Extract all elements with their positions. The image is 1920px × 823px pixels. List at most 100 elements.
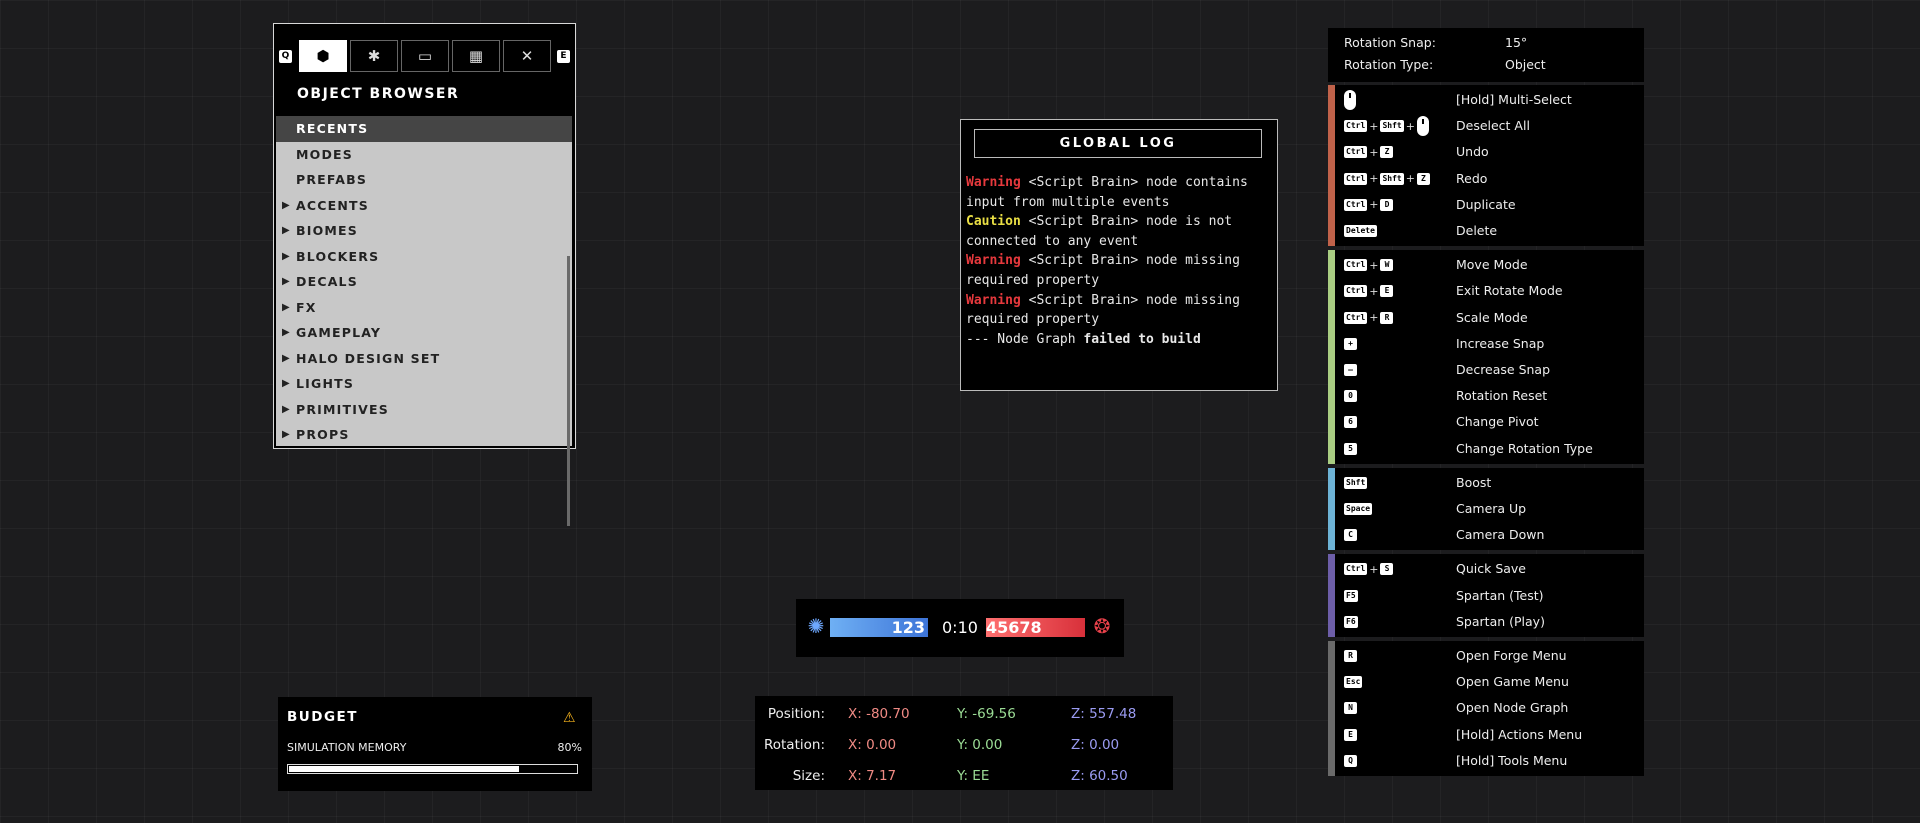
list-item-props[interactable]: ▶ PROPS <box>276 422 572 448</box>
list-item-decals[interactable]: ▶ DECALS <box>276 269 572 295</box>
shortcut-row: F6 Spartan (Play) <box>1328 609 1644 635</box>
shortcut-label: Rotation Reset <box>1456 388 1548 404</box>
shortcut-label: Move Mode <box>1456 257 1528 273</box>
shortcut-row: [Hold] Multi-Select <box>1328 87 1644 113</box>
keycap: Ctrl <box>1344 198 1368 211</box>
shortcut-keys <box>1344 90 1356 110</box>
keycap: Ctrl <box>1344 259 1368 272</box>
keycap: Space <box>1344 502 1373 515</box>
size-x[interactable]: X: 7.17 <box>848 768 896 784</box>
shortcut-row: Ctrl + E Exit Rotate Mode <box>1328 278 1644 304</box>
expand-arrow-icon: ▶ <box>282 276 291 287</box>
keycap: Delete <box>1344 225 1377 237</box>
shortcut-label: Deselect All <box>1456 118 1530 134</box>
shortcut-label: Spartan (Play) <box>1456 613 1545 629</box>
keycap: S <box>1380 563 1394 576</box>
rotation-snap-label: Rotation Snap: <box>1344 35 1436 50</box>
shortcut-keys: Q <box>1344 752 1357 770</box>
shortcut-keys: – <box>1344 361 1357 379</box>
tab-object-browser[interactable]: ⬢ <box>299 40 347 72</box>
shortcut-label: Open Node Graph <box>1456 700 1569 716</box>
shortcut-label: Duplicate <box>1456 196 1516 212</box>
list-item-prefabs[interactable]: PREFABS <box>276 167 572 193</box>
list-item-recents[interactable]: RECENTS <box>276 116 572 142</box>
shortcut-label: Redo <box>1456 170 1488 186</box>
keycap: F6 <box>1344 615 1358 628</box>
rotation-snap-value: 15° <box>1505 35 1528 50</box>
list-item-biomes[interactable]: ▶ BIOMES <box>276 218 572 244</box>
mouse-icon <box>1344 90 1356 110</box>
scrollbar[interactable] <box>567 256 570 526</box>
rotation-z[interactable]: Z: 0.00 <box>1071 737 1119 753</box>
position-y[interactable]: Y: -69.56 <box>957 706 1016 722</box>
transform-panel: Position: X: -80.70 Y: -69.56 Z: 557.48 … <box>755 696 1173 790</box>
shortcut-keys: Ctrl + D <box>1344 196 1394 214</box>
red-score: 45678 <box>986 618 1042 637</box>
shortcut-label: [Hold] Tools Menu <box>1456 752 1568 768</box>
keycap: – <box>1344 363 1357 376</box>
expand-arrow-icon: ▶ <box>282 429 291 440</box>
list-item-primitives[interactable]: ▶ PRIMITIVES <box>276 397 572 423</box>
shortcut-label: Camera Up <box>1456 500 1527 516</box>
shortcut-label: Change Pivot <box>1456 414 1539 430</box>
shortcut-label: Spartan (Test) <box>1456 587 1544 603</box>
keycap: Shft <box>1380 172 1404 185</box>
list-item-halo-design-set[interactable]: ▶ HALO DESIGN SET <box>276 346 572 372</box>
tab-map[interactable]: ▦ <box>452 40 500 72</box>
size-z[interactable]: Z: 60.50 <box>1071 768 1128 784</box>
global-log-body: Warning <Script Brain> node contains inp… <box>966 173 1266 349</box>
keycap: Ctrl <box>1344 146 1368 159</box>
shortcut-keys: F5 <box>1344 587 1358 605</box>
shortcut-row: Ctrl + Z Undo <box>1328 139 1644 165</box>
plus-separator: + <box>1369 562 1379 576</box>
keycap: Ctrl <box>1344 120 1368 133</box>
expand-arrow-icon: ▶ <box>282 250 291 262</box>
plus-separator: + <box>1405 172 1415 186</box>
global-log-panel: GLOBAL LOG Warning <Script Brain> node c… <box>960 119 1278 391</box>
shortcut-label: Change Rotation Type <box>1456 440 1593 456</box>
shortcut-label: Exit Rotate Mode <box>1456 283 1563 299</box>
shortcut-keys: F6 <box>1344 613 1358 631</box>
keycap: R <box>1380 311 1394 324</box>
shortcut-label: Camera Down <box>1456 527 1545 543</box>
shortcut-row: Shft Boost <box>1328 470 1644 496</box>
list-item-lights[interactable]: ▶ LIGHTS <box>276 371 572 397</box>
keycap: Shft <box>1380 120 1404 133</box>
tab-folder[interactable]: ▭ <box>401 40 449 72</box>
rotation-type-value: Object <box>1505 57 1546 72</box>
list-item-fx[interactable]: ▶ FX <box>276 295 572 321</box>
rotation-y[interactable]: Y: 0.00 <box>957 737 1002 753</box>
tab-settings[interactable]: ✱ <box>350 40 398 72</box>
keycap: W <box>1380 259 1394 272</box>
list-item-accents[interactable]: ▶ ACCENTS <box>276 193 572 219</box>
position-z[interactable]: Z: 557.48 <box>1071 706 1136 722</box>
keycap: 0 <box>1344 390 1357 403</box>
shortcut-row: Delete Delete <box>1328 218 1644 244</box>
keycap: Esc <box>1344 676 1363 689</box>
control-group: Shft Boost Space Camera Up C Camera Down <box>1328 467 1644 551</box>
rotation-type-label: Rotation Type: <box>1344 57 1434 72</box>
plus-separator: + <box>1369 145 1379 159</box>
list-item-blockers[interactable]: ▶ BLOCKERS <box>276 244 572 270</box>
shortcut-row: Space Camera Up <box>1328 496 1644 522</box>
shortcut-keys: Esc <box>1344 673 1363 691</box>
shortcut-keys: Ctrl + Shft + Z <box>1344 170 1430 188</box>
shortcut-row: R Open Forge Menu <box>1328 643 1644 669</box>
size-y[interactable]: Y: EE <box>957 768 989 784</box>
keycap: N <box>1344 702 1357 715</box>
position-row: Position: X: -80.70 Y: -69.56 Z: 557.48 <box>767 706 1137 722</box>
list-item-gameplay[interactable]: ▶ GAMEPLAY <box>276 320 572 346</box>
list-item-modes[interactable]: MODES <box>276 142 572 168</box>
keycap: Ctrl <box>1344 563 1368 576</box>
expand-arrow-icon: ▶ <box>282 403 291 415</box>
keycap: Ctrl <box>1344 311 1368 324</box>
simulation-memory-percent: 80% <box>557 741 582 754</box>
position-x[interactable]: X: -80.70 <box>848 706 910 722</box>
tab-tools[interactable]: ✕ <box>503 40 551 72</box>
log-entry: Warning <Script Brain> node contains inp… <box>966 175 1248 210</box>
keycap: Z <box>1416 172 1430 185</box>
shortcut-keys: Ctrl + W <box>1344 256 1394 274</box>
mouse-icon <box>1416 116 1429 137</box>
rotation-x[interactable]: X: 0.00 <box>848 737 896 753</box>
red-team-icon: ❂ <box>1093 614 1111 638</box>
